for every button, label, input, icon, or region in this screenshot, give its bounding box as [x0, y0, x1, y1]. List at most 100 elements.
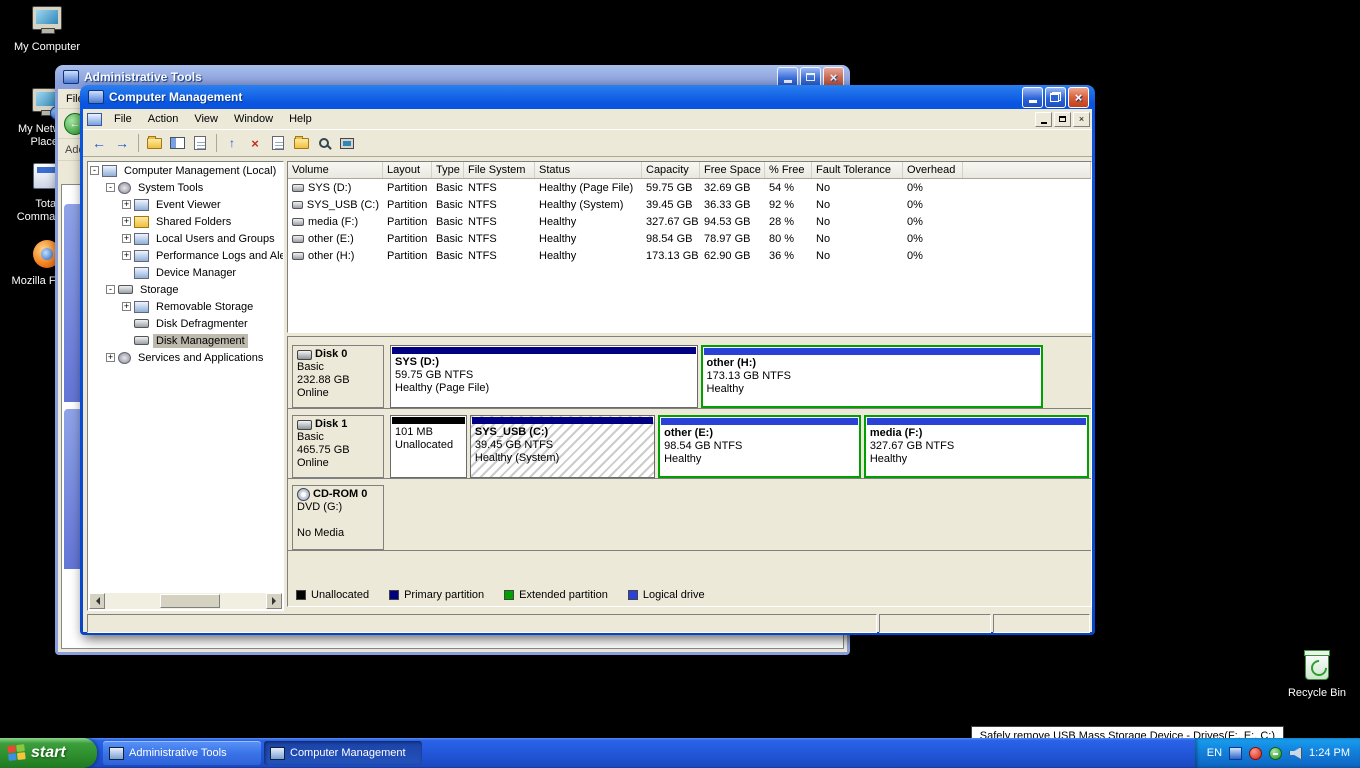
disk1-label[interactable]: Disk 1 Basic 465.75 GB Online [292, 415, 384, 478]
volume-row-sys-usb-c[interactable]: SYS_USB (C:) Partition Basic NTFS Health… [288, 196, 1091, 213]
expander-icon[interactable] [122, 336, 131, 345]
scroll-left-icon[interactable] [89, 593, 105, 609]
expander-icon[interactable]: + [122, 234, 131, 243]
column-header-overhead[interactable]: Overhead [903, 162, 963, 178]
forward-icon[interactable]: → [111, 132, 133, 154]
menu-window[interactable]: Window [226, 111, 281, 127]
expander-icon[interactable]: + [122, 217, 131, 226]
expander-icon[interactable]: - [106, 183, 115, 192]
show-hide-console-tree-icon[interactable] [166, 132, 188, 154]
expander-icon[interactable]: + [122, 251, 131, 260]
minimize-button[interactable] [1022, 87, 1043, 108]
mdi-minimize-button[interactable] [1035, 112, 1052, 127]
tree-item-event-viewer[interactable]: + Event Viewer [88, 196, 283, 213]
restore-button[interactable] [1045, 87, 1066, 108]
tree-item-removable-storage[interactable]: + Removable Storage [88, 298, 283, 315]
disk-band-disk0: Disk 0 Basic 232.88 GB Online SYS (D:) 5… [288, 345, 1091, 409]
partition-title: SYS (D:) [395, 356, 693, 369]
tree-item-device-manager[interactable]: Device Manager [88, 264, 283, 281]
volume-row-sys-d[interactable]: SYS (D:) Partition Basic NTFS Healthy (P… [288, 179, 1091, 196]
system-tools-icon [118, 182, 131, 194]
start-button[interactable]: start [0, 738, 97, 768]
column-header-layout[interactable]: Layout [383, 162, 432, 178]
cdrom0-label[interactable]: CD-ROM 0 DVD (G:) No Media [292, 485, 384, 550]
tree-item-local-users-and-groups[interactable]: + Local Users and Groups [88, 230, 283, 247]
scrollbar-thumb[interactable] [160, 594, 220, 608]
column-header-pct-free[interactable]: % Free [765, 162, 812, 178]
menu-file[interactable]: File [106, 111, 140, 127]
menu-action[interactable]: Action [140, 111, 187, 127]
expander-icon[interactable]: - [106, 285, 115, 294]
legend-swatch [504, 590, 514, 600]
close-button[interactable]: × [1068, 87, 1089, 108]
properties-icon[interactable] [189, 132, 211, 154]
volume-row-media-f[interactable]: media (F:) Partition Basic NTFS Healthy … [288, 213, 1091, 230]
disk0-label[interactable]: Disk 0 Basic 232.88 GB Online [292, 345, 384, 408]
partition-other-e[interactable]: other (E:) 98.54 GB NTFS Healthy [658, 415, 861, 478]
desktop-icon-my-computer[interactable]: My Computer [8, 4, 86, 54]
expander-icon[interactable] [122, 319, 131, 328]
cell: 78.97 GB [700, 233, 765, 245]
partition-media-f[interactable]: media (F:) 327.67 GB NTFS Healthy [864, 415, 1089, 478]
column-header-status[interactable]: Status [535, 162, 642, 178]
volume-row-other-e[interactable]: other (E:) Partition Basic NTFS Healthy … [288, 230, 1091, 247]
scroll-right-icon[interactable] [266, 593, 282, 609]
computer-icon[interactable] [336, 132, 358, 154]
taskbar-button-administrative-tools[interactable]: Administrative Tools [103, 741, 261, 765]
expander-icon[interactable]: + [106, 353, 115, 362]
up-icon[interactable]: ↑ [221, 132, 243, 154]
volume-tray-icon[interactable] [1289, 747, 1302, 760]
tree-item-computer-management-local[interactable]: - Computer Management (Local) [88, 162, 283, 179]
partition-other-h[interactable]: other (H:) 173.13 GB NTFS Healthy [701, 345, 1044, 408]
legend-item-logical-drive: Logical drive [628, 589, 705, 601]
mdi-close-button[interactable]: × [1073, 112, 1090, 127]
expander-icon[interactable]: - [90, 166, 99, 175]
tree-item-disk-management[interactable]: Disk Management [88, 332, 283, 349]
cell: 94.53 GB [700, 216, 765, 228]
cell: 98.54 GB [642, 233, 700, 245]
mdi-restore-button[interactable] [1054, 112, 1071, 127]
network-tray-icon[interactable] [1229, 747, 1242, 760]
column-header-type[interactable]: Type [432, 162, 464, 178]
console-window-icon[interactable] [87, 113, 102, 126]
tree-item-storage[interactable]: - Storage [88, 281, 283, 298]
tree-item-disk-defragmenter[interactable]: Disk Defragmenter [88, 315, 283, 332]
column-header-file-system[interactable]: File System [464, 162, 535, 178]
taskbar-button-computer-management[interactable]: Computer Management [264, 741, 422, 765]
open-folder-icon[interactable] [290, 132, 312, 154]
back-icon[interactable]: ← [88, 132, 110, 154]
column-header-free-space[interactable]: Free Space [700, 162, 765, 178]
volume-row-other-h[interactable]: other (H:) Partition Basic NTFS Healthy … [288, 247, 1091, 264]
tree-item-performance-logs-and-alerts[interactable]: + Performance Logs and Alerts [88, 247, 283, 264]
partition-sys-usb-c[interactable]: SYS_USB (C:) 39.45 GB NTFS Healthy (Syst… [470, 415, 655, 478]
tree-item-label: Device Manager [153, 266, 239, 280]
menu-help[interactable]: Help [281, 111, 320, 127]
expander-icon[interactable]: + [122, 200, 131, 209]
zoom-icon[interactable] [313, 132, 335, 154]
desktop-icon-recycle-bin[interactable]: Recycle Bin [1278, 650, 1356, 700]
up-one-level-icon[interactable] [143, 132, 165, 154]
column-header-fault-tolerance[interactable]: Fault Tolerance [812, 162, 903, 178]
expander-icon[interactable] [122, 268, 131, 277]
tree-item-services-and-applications[interactable]: + Services and Applications [88, 349, 283, 366]
partition-unallocated[interactable]: 101 MB Unallocated [390, 415, 467, 478]
delete-partition-icon[interactable]: × [244, 132, 266, 154]
language-indicator[interactable]: EN [1207, 747, 1222, 759]
cm-titlebar[interactable]: Computer Management × [83, 85, 1092, 109]
expander-icon[interactable]: + [122, 302, 131, 311]
tree-horizontal-scrollbar[interactable] [89, 593, 282, 609]
properties-sheet-icon[interactable] [267, 132, 289, 154]
tree-item-system-tools[interactable]: - System Tools [88, 179, 283, 196]
storage-icon [118, 285, 133, 294]
antivirus-tray-icon[interactable] [1249, 747, 1262, 760]
partition-sys-d[interactable]: SYS (D:) 59.75 GB NTFS Healthy (Page Fil… [390, 345, 698, 408]
column-header-capacity[interactable]: Capacity [642, 162, 700, 178]
safely-remove-hardware-icon[interactable] [1269, 747, 1282, 760]
tree-item-shared-folders[interactable]: + Shared Folders [88, 213, 283, 230]
scrollbar-track[interactable] [105, 593, 266, 609]
disk-type: Basic [297, 361, 379, 374]
volume-icon [292, 252, 304, 260]
column-header-volume[interactable]: Volume [288, 162, 383, 178]
menu-view[interactable]: View [186, 111, 226, 127]
cell: 80 % [765, 233, 812, 245]
